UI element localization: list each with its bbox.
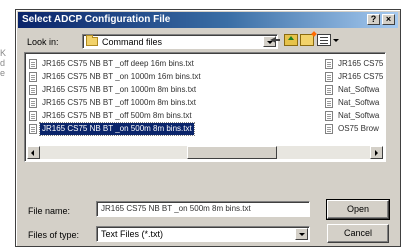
file-type-value: Text Files (*.txt) bbox=[101, 229, 164, 239]
file-name: JR165 CS75 bbox=[338, 59, 384, 68]
file-name: JR165 CS75 NB BT _on 500m 8m bins.txt bbox=[39, 122, 195, 136]
dialog-title: Select ADCP Configuration File bbox=[22, 14, 171, 25]
close-button[interactable]: × bbox=[382, 14, 395, 25]
background-edge-text-line: K bbox=[0, 48, 7, 58]
file-type-label: Files of type: bbox=[28, 230, 80, 240]
back-icon[interactable] bbox=[268, 34, 282, 46]
chevron-down-icon[interactable] bbox=[295, 228, 308, 240]
file-name: JR165 CS75 NB BT _off 500m 8m bins.txt bbox=[42, 111, 192, 120]
horizontal-scrollbar[interactable] bbox=[27, 146, 383, 159]
text-file-icon bbox=[325, 111, 333, 121]
file-list[interactable]: JR165 CS75 NB BT _off deep 16m bins.txt … bbox=[24, 52, 386, 162]
text-file-icon bbox=[325, 85, 333, 95]
text-file-icon bbox=[29, 72, 37, 82]
file-name: JR165 CS75 NB BT _on 1000m 16m bins.txt bbox=[42, 72, 201, 81]
file-name: JR165 CS75 NB BT _off 1000m 8m bins.txt bbox=[42, 98, 197, 107]
up-folder-icon[interactable] bbox=[284, 34, 298, 46]
file-name: JR165 CS75 bbox=[338, 72, 384, 81]
look-in-value: Command files bbox=[102, 37, 163, 47]
text-file-icon bbox=[325, 98, 333, 108]
screen: K d e Select ADCP Configuration File ? ×… bbox=[0, 0, 411, 250]
background-edge-text: K d e bbox=[0, 48, 9, 78]
file-name: Nat_Softwa bbox=[338, 111, 380, 120]
text-file-icon bbox=[325, 124, 333, 134]
file-type-dropdown[interactable]: Text Files (*.txt) bbox=[96, 226, 310, 242]
folder-icon bbox=[86, 35, 98, 46]
file-name-label: File name: bbox=[28, 206, 71, 216]
scroll-left-icon[interactable] bbox=[27, 146, 40, 159]
text-file-icon bbox=[325, 59, 333, 69]
file-name: JR165 CS75 NB BT _on 1000m 8m bins.txt bbox=[42, 85, 197, 94]
file-name: JR165 CS75 NB BT _off deep 16m bins.txt bbox=[42, 59, 194, 68]
text-file-icon bbox=[29, 111, 37, 121]
text-file-icon bbox=[29, 59, 37, 69]
cancel-button[interactable]: Cancel bbox=[327, 224, 389, 243]
file-name-input[interactable]: JR165 CS75 NB BT _on 500m 8m bins.txt bbox=[96, 201, 310, 217]
title-bar[interactable]: Select ADCP Configuration File ? × bbox=[18, 12, 398, 28]
new-folder-icon[interactable] bbox=[300, 34, 314, 46]
file-dialog: Select ADCP Configuration File ? × Look … bbox=[15, 9, 401, 247]
help-button[interactable]: ? bbox=[367, 14, 380, 25]
background-edge-text-line: e bbox=[0, 68, 6, 78]
scroll-thumb[interactable] bbox=[187, 146, 277, 159]
scroll-right-icon[interactable] bbox=[370, 146, 383, 159]
view-menu-icon[interactable] bbox=[317, 34, 331, 46]
open-button[interactable]: Open bbox=[326, 199, 390, 220]
look-in-dropdown[interactable]: Command files bbox=[82, 34, 278, 49]
text-file-icon bbox=[29, 124, 37, 134]
file-name: Nat_Softwa bbox=[338, 85, 380, 94]
text-file-icon bbox=[29, 85, 37, 95]
file-name: OS75 Brow bbox=[338, 124, 379, 133]
view-dropdown-icon[interactable] bbox=[333, 39, 339, 42]
background-edge-text-line: d bbox=[0, 58, 6, 68]
text-file-icon bbox=[29, 98, 37, 108]
text-file-icon bbox=[325, 72, 333, 82]
look-in-label: Look in: bbox=[27, 37, 59, 47]
file-name: Nat_Softwa bbox=[338, 98, 380, 107]
